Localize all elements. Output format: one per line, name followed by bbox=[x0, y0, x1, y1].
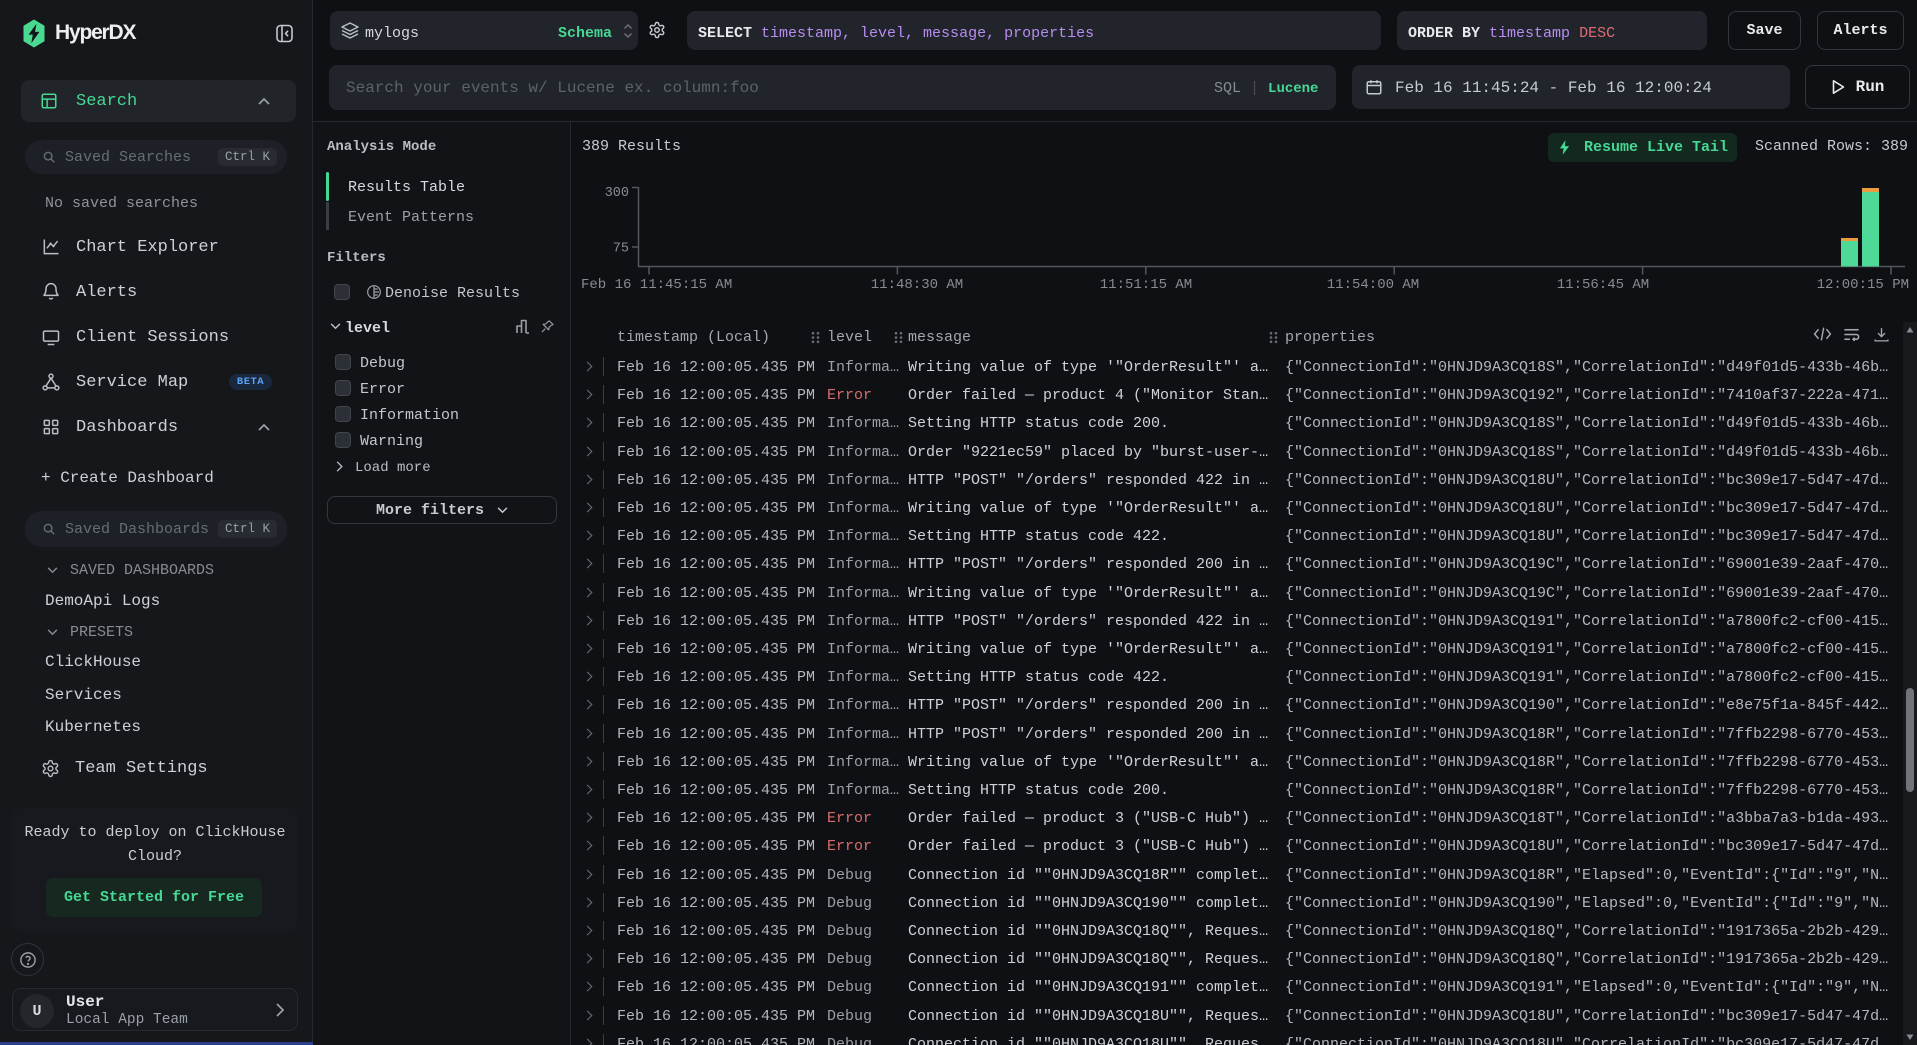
svg-text:75: 75 bbox=[613, 242, 629, 257]
svg-text:Feb 16 11:45:15 AM: Feb 16 11:45:15 AM bbox=[581, 277, 732, 293]
svg-text:11:51:15 AM: 11:51:15 AM bbox=[1100, 277, 1192, 293]
svg-text:12:00:15 PM: 12:00:15 PM bbox=[1817, 277, 1909, 293]
svg-text:300: 300 bbox=[605, 186, 629, 201]
svg-text:11:48:30 AM: 11:48:30 AM bbox=[871, 277, 963, 293]
svg-text:11:54:00 AM: 11:54:00 AM bbox=[1327, 277, 1419, 293]
svg-text:11:56:45 AM: 11:56:45 AM bbox=[1557, 277, 1649, 293]
